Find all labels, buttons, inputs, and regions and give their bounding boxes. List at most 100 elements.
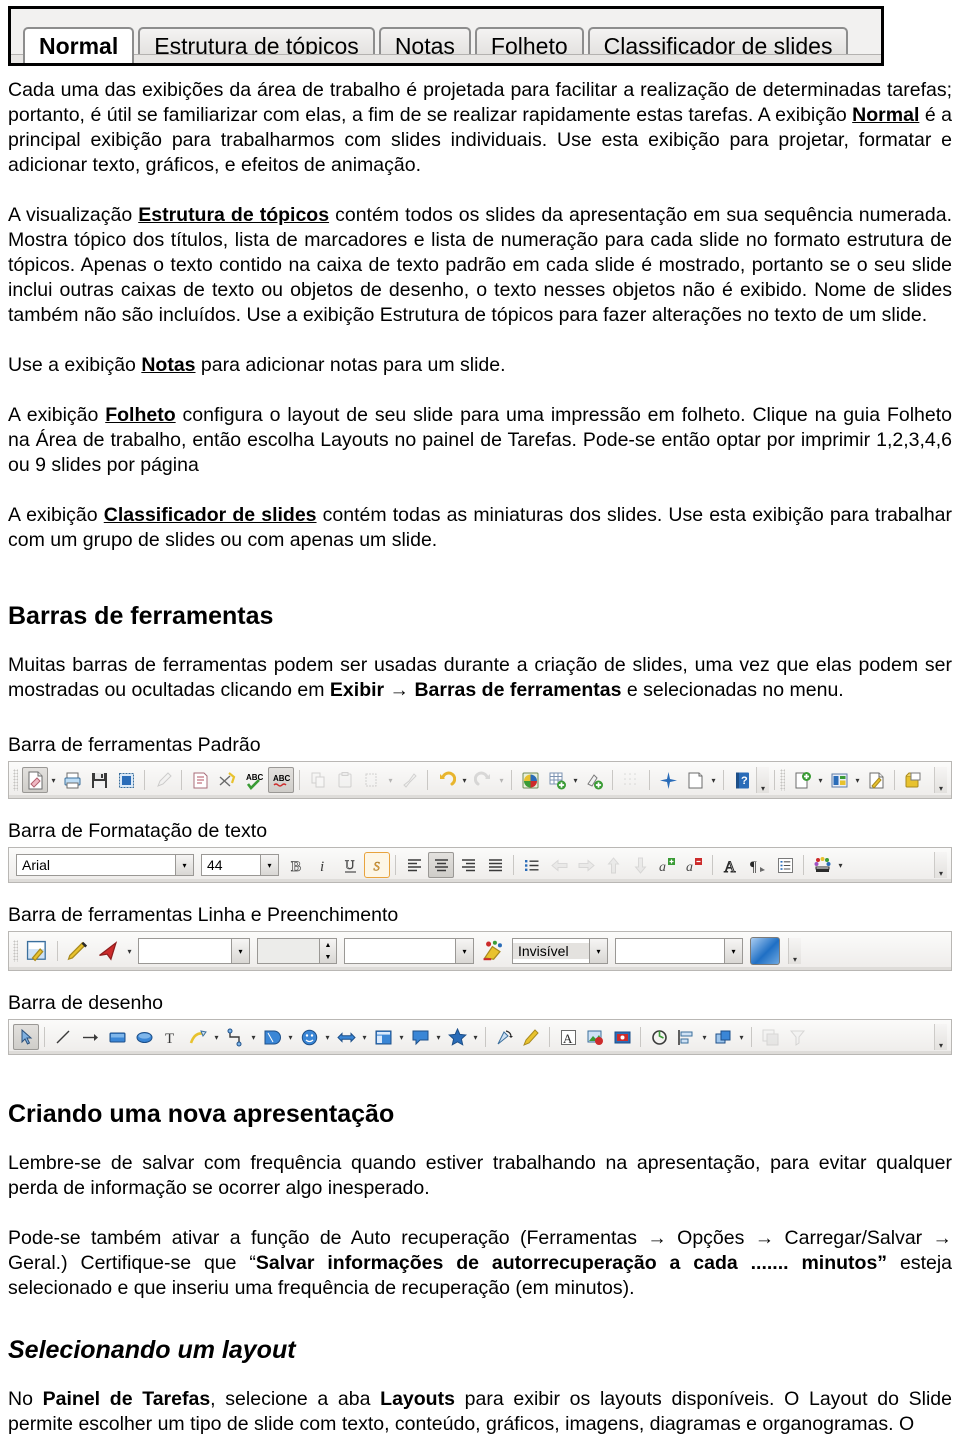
move-up-icon[interactable]	[600, 852, 626, 878]
insert-table-icon[interactable]	[544, 767, 570, 793]
area-style-combo[interactable]: Invisível ▾	[512, 938, 608, 964]
font-color-icon[interactable]	[809, 852, 835, 878]
fontwork-icon[interactable]: A	[718, 852, 744, 878]
clone-formatting-icon[interactable]	[396, 767, 422, 793]
line-width-spin[interactable]: ▲ ▼	[257, 938, 337, 964]
decrease-font-icon[interactable]: a	[681, 852, 707, 878]
effects-icon[interactable]	[655, 767, 681, 793]
new-slide-icon[interactable]	[789, 767, 815, 793]
underline-icon[interactable]: U	[337, 852, 363, 878]
formatting-marks-icon[interactable]: ¶	[745, 852, 771, 878]
slide-design-icon[interactable]	[863, 767, 889, 793]
line-width-stepper[interactable]: ▲ ▼	[319, 939, 336, 963]
block-arrows-dropdown-caret-icon[interactable]: ▾	[360, 1024, 369, 1050]
redo-dropdown-caret-icon[interactable]: ▾	[497, 767, 506, 793]
rotate-mode-icon[interactable]	[646, 1024, 672, 1050]
autospellcheck-icon[interactable]: ABC	[268, 767, 294, 793]
text-box-icon[interactable]: T	[158, 1024, 184, 1050]
paste-dropdown-caret-icon[interactable]: ▾	[386, 767, 395, 793]
line-icon[interactable]	[50, 1024, 76, 1050]
toolbar-grip[interactable]	[780, 769, 785, 791]
line-style-dialog-icon[interactable]	[63, 936, 93, 966]
flowchart-icon[interactable]	[370, 1024, 396, 1050]
standard-toolbar[interactable]: ▾ ABC ABC ▾ ▾ ▾ ▾ ▾ ? ▾ ▾ ▾ ▾	[8, 761, 952, 799]
drawing-toolbar[interactable]: T ▾ ▾ ▾ ▾ ▾ ▾ ▾ ▾ A ▾ ▾ ▾	[8, 1019, 952, 1055]
spelling-icon[interactable]: ABC	[241, 767, 267, 793]
standard-toolbar-end-caret-icon[interactable]: ▾	[934, 767, 947, 793]
bold-icon[interactable]: B	[283, 852, 309, 878]
symbol-shapes-icon[interactable]	[296, 1024, 322, 1050]
line-and-fill-toolbar[interactable]: ▾ ▾ ▲ ▼ ▾ Invisível ▾ ▾ ▾	[8, 931, 952, 971]
font-color-dropdown-caret-icon[interactable]: ▾	[836, 852, 845, 878]
arrow-style-icon[interactable]	[94, 936, 124, 966]
arrange-icon[interactable]	[710, 1024, 736, 1050]
promote-icon[interactable]	[546, 852, 572, 878]
callouts-dropdown-caret-icon[interactable]: ▾	[434, 1024, 443, 1050]
toolbar-grip[interactable]	[13, 940, 18, 962]
drawing-toolbar-end-caret-icon[interactable]: ▾	[934, 1024, 947, 1050]
insert-chart-icon[interactable]	[517, 767, 543, 793]
arrow-style-dropdown-caret-icon[interactable]: ▾	[125, 938, 134, 964]
new-slide-dropdown-caret-icon[interactable]: ▾	[816, 767, 825, 793]
insert-table-dropdown-caret-icon[interactable]: ▾	[571, 767, 580, 793]
cut-icon[interactable]	[214, 767, 240, 793]
curve-icon[interactable]	[185, 1024, 211, 1050]
paste-special-icon[interactable]	[359, 767, 385, 793]
area-fill-combo[interactable]: ▾	[615, 938, 743, 964]
line-style-dropdown-caret-icon[interactable]: ▾	[231, 939, 249, 963]
connector-dropdown-caret-icon[interactable]: ▾	[249, 1024, 258, 1050]
line-fill-dialog-icon[interactable]	[22, 936, 52, 966]
align-center-icon[interactable]	[428, 852, 454, 878]
font-size-combo[interactable]: 44 ▾	[201, 854, 279, 876]
gallery-icon[interactable]	[609, 1024, 635, 1050]
basic-shapes-dropdown-caret-icon[interactable]: ▾	[286, 1024, 295, 1050]
grid-icon[interactable]	[618, 767, 644, 793]
align-left-icon[interactable]	[401, 852, 427, 878]
basic-shapes-icon[interactable]	[259, 1024, 285, 1050]
standard-toolbar-overflow-caret-icon[interactable]: ▾	[756, 767, 769, 793]
shadow-swatch-icon[interactable]	[750, 937, 780, 965]
arrow-line-icon[interactable]	[77, 1024, 103, 1050]
paste-icon[interactable]	[332, 767, 358, 793]
area-fill-dropdown-caret-icon[interactable]: ▾	[724, 939, 742, 963]
toolbar-grip[interactable]	[13, 769, 18, 791]
stepper-up-icon[interactable]: ▲	[320, 939, 336, 951]
print-preview-icon[interactable]	[187, 767, 213, 793]
shadow-icon[interactable]: S	[364, 852, 390, 878]
line-color-combo[interactable]: ▾	[344, 938, 474, 964]
stepper-down-icon[interactable]: ▼	[320, 951, 336, 963]
from-file-image-icon[interactable]	[582, 1024, 608, 1050]
undo-dropdown-caret-icon[interactable]: ▾	[460, 767, 469, 793]
align-justify-icon[interactable]	[482, 852, 508, 878]
align-right-icon[interactable]	[455, 852, 481, 878]
fontwork-gallery-icon[interactable]: A	[555, 1024, 581, 1050]
block-arrows-icon[interactable]	[333, 1024, 359, 1050]
new-document-dropdown-caret-icon[interactable]: ▾	[49, 767, 58, 793]
line-style-combo[interactable]: ▾	[138, 938, 250, 964]
line-color-dropdown-caret-icon[interactable]: ▾	[455, 939, 473, 963]
font-name-dropdown-caret-icon[interactable]: ▾	[175, 855, 193, 875]
copy-icon[interactable]	[305, 767, 331, 793]
select-arrow-icon[interactable]	[13, 1024, 39, 1050]
font-name-combo[interactable]: Arial ▾	[16, 854, 194, 876]
alignment-dropdown-caret-icon[interactable]: ▾	[700, 1024, 709, 1050]
connector-icon[interactable]	[222, 1024, 248, 1050]
increase-font-icon[interactable]: a	[654, 852, 680, 878]
ellipse-icon[interactable]	[131, 1024, 157, 1050]
callouts-icon[interactable]	[407, 1024, 433, 1050]
slide-show-dropdown-caret-icon[interactable]: ▾	[709, 767, 718, 793]
flowchart-dropdown-caret-icon[interactable]: ▾	[397, 1024, 406, 1050]
undo-icon[interactable]	[433, 767, 459, 793]
edit-points-icon[interactable]	[518, 1024, 544, 1050]
print-icon[interactable]	[59, 767, 85, 793]
slide-layout-dropdown-caret-icon[interactable]: ▾	[853, 767, 862, 793]
filter-icon[interactable]	[784, 1024, 810, 1050]
font-size-dropdown-caret-icon[interactable]: ▾	[260, 855, 278, 875]
slide-show-icon[interactable]	[682, 767, 708, 793]
area-style-dropdown-caret-icon[interactable]: ▾	[589, 939, 607, 963]
symbol-shapes-dropdown-caret-icon[interactable]: ▾	[323, 1024, 332, 1050]
insert-image-icon[interactable]	[581, 767, 607, 793]
outline-icon[interactable]	[772, 852, 798, 878]
shadow-toggle-icon[interactable]	[757, 1024, 783, 1050]
stars-icon[interactable]	[444, 1024, 470, 1050]
